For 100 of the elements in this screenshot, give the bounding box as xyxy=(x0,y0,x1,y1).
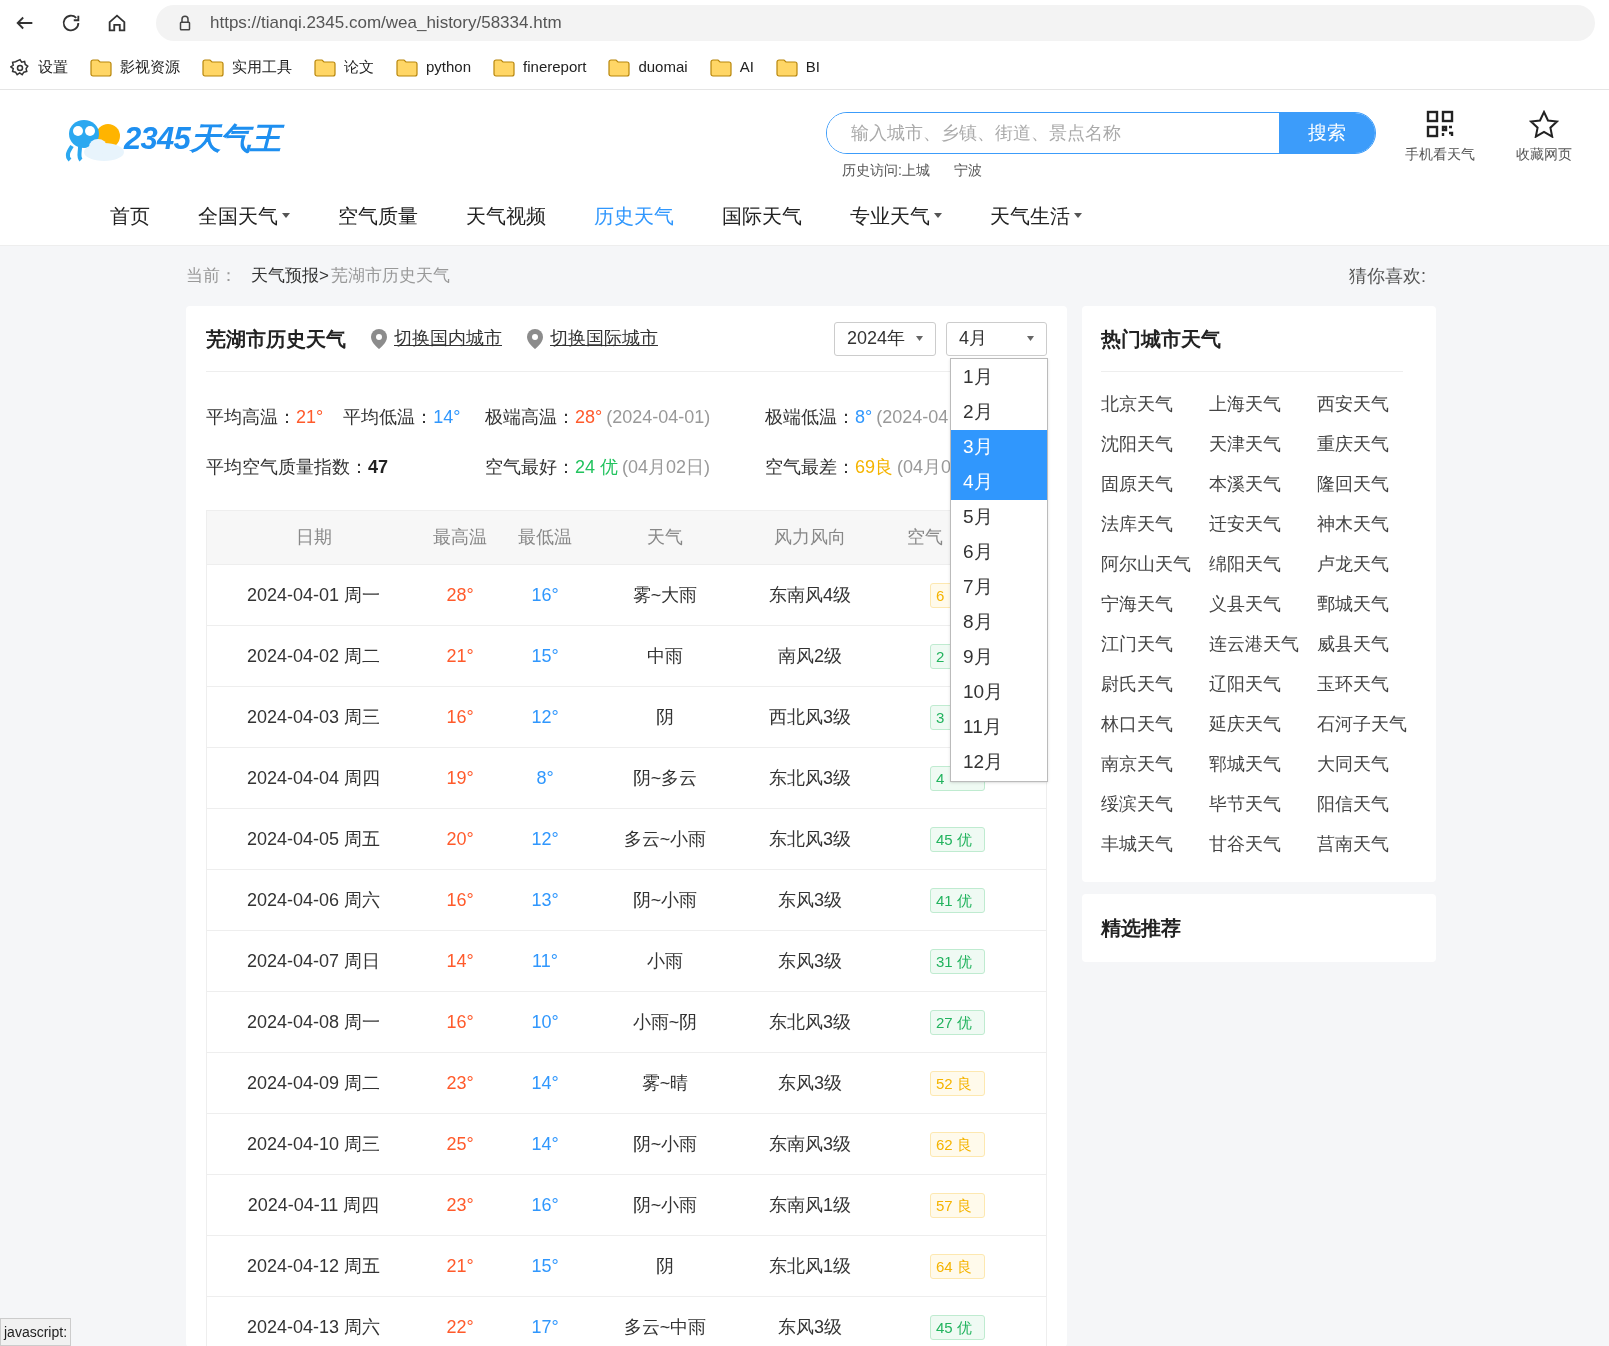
bookmark[interactable]: python xyxy=(394,52,474,83)
switch-city-link[interactable]: 切换国内城市 xyxy=(394,325,502,352)
aqi-badge: 64 良 xyxy=(930,1253,985,1279)
nav-tab[interactable]: 空气质量 xyxy=(338,201,418,231)
aqi-badge: 52 良 xyxy=(930,1070,985,1096)
city-link[interactable]: 大同天气 xyxy=(1317,750,1389,778)
tool-link[interactable]: 收藏网页 xyxy=(1516,144,1572,165)
city-link[interactable]: 神木天气 xyxy=(1317,510,1389,538)
weather-cell-text: 小雨 xyxy=(646,949,684,973)
column-header: 最高温 xyxy=(433,527,487,547)
city-link[interactable]: 阳信天气 xyxy=(1317,790,1389,818)
city-link[interactable]: 沈阳天气 xyxy=(1101,430,1173,458)
bookmark[interactable]: duomai xyxy=(606,52,690,83)
month-option[interactable]: 8月 xyxy=(951,605,1047,640)
star-icon[interactable] xyxy=(1529,110,1559,138)
date-cell-text: 2024-04-07 周日 xyxy=(245,949,382,973)
bookmark[interactable]: 论文 xyxy=(312,52,376,83)
qr-code-icon[interactable] xyxy=(1426,110,1454,138)
city-link[interactable]: 宁海天气 xyxy=(1101,590,1173,618)
nav-tab[interactable]: 天气生活 xyxy=(990,201,1082,231)
city-link[interactable]: 天津天气 xyxy=(1209,430,1281,458)
wind-cell-text: 东南风3级 xyxy=(768,1132,852,1156)
city-link[interactable]: 辽阳天气 xyxy=(1209,670,1281,698)
nav-tab[interactable]: 专业天气 xyxy=(850,201,942,231)
month-option[interactable]: 2月 xyxy=(951,395,1047,430)
folder-icon xyxy=(608,58,631,77)
city-link[interactable]: 连云港天气 xyxy=(1209,630,1299,658)
home-icon[interactable] xyxy=(106,12,128,34)
city-link[interactable]: 北京天气 xyxy=(1101,390,1173,418)
city-link[interactable]: 法库天气 xyxy=(1101,510,1173,538)
bookmark[interactable]: AI xyxy=(707,52,756,83)
weather-cell-text: 雾~大雨 xyxy=(631,583,699,607)
city-link[interactable]: 威县天气 xyxy=(1317,630,1389,658)
breadcrumb-link[interactable]: 天气预报> xyxy=(251,263,329,289)
weather-cell-text: 阴~小雨 xyxy=(631,1193,699,1217)
caret-icon xyxy=(916,336,923,341)
city-link[interactable]: 固原天气 xyxy=(1101,470,1173,498)
tool-link[interactable]: 手机看天气 xyxy=(1405,144,1475,165)
city-link[interactable]: 尉氏天气 xyxy=(1101,670,1173,698)
bookmark[interactable]: 影视资源 xyxy=(88,52,182,83)
high-temp-cell-text: 21° xyxy=(445,1254,475,1278)
city-link[interactable]: 延庆天气 xyxy=(1209,710,1281,738)
high-temp-cell-text: 16° xyxy=(445,705,475,729)
city-link[interactable]: 义县天气 xyxy=(1209,590,1281,618)
city-link[interactable]: 重庆天气 xyxy=(1317,430,1389,458)
wind-cell-text: 东南风4级 xyxy=(768,583,852,607)
nav-tab[interactable]: 首页 xyxy=(110,201,150,231)
month-option[interactable]: 6月 xyxy=(951,535,1047,570)
city-link[interactable]: 鄄城天气 xyxy=(1317,590,1389,618)
city-link[interactable]: 林口天气 xyxy=(1101,710,1173,738)
city-link[interactable]: 甘谷天气 xyxy=(1209,830,1281,858)
city-link[interactable]: 石河子天气 xyxy=(1317,710,1407,738)
aqi-badge: 45 优 xyxy=(930,1314,985,1340)
nav-tab[interactable]: 国际天气 xyxy=(722,201,802,231)
city-link[interactable]: 南京天气 xyxy=(1101,750,1173,778)
city-link[interactable]: 本溪天气 xyxy=(1209,470,1281,498)
month-option[interactable]: 1月 xyxy=(951,360,1047,395)
nav-tab[interactable]: 天气视频 xyxy=(466,201,546,231)
date-cell-text: 2024-04-06 周六 xyxy=(245,888,382,912)
history-link[interactable]: 历史访问:上城 xyxy=(842,160,930,181)
city-link[interactable]: 绵阳天气 xyxy=(1209,550,1281,578)
low-temp-cell-text: 12° xyxy=(530,827,560,851)
year-select[interactable]: 2024年 xyxy=(834,321,936,356)
month-select[interactable]: 4月 xyxy=(946,321,1047,356)
city-link[interactable]: 莒南天气 xyxy=(1317,830,1389,858)
reload-icon[interactable] xyxy=(60,12,82,34)
high-temp-cell-text: 16° xyxy=(445,888,475,912)
address-bar[interactable]: https://tianqi.2345.com/wea_history/58334.htm xyxy=(156,5,1595,41)
stat-text: 空气最差：69良 (04月0 xyxy=(765,455,952,479)
city-link[interactable]: 丰城天气 xyxy=(1101,830,1173,858)
city-link[interactable]: 郓城天气 xyxy=(1209,750,1281,778)
low-temp-cell-text: 11° xyxy=(531,949,559,973)
city-link[interactable]: 江门天气 xyxy=(1101,630,1173,658)
switch-city-link[interactable]: 切换国际城市 xyxy=(550,325,658,352)
city-link[interactable]: 隆回天气 xyxy=(1317,470,1389,498)
bookmark[interactable]: finereport xyxy=(491,52,589,83)
folder-icon xyxy=(775,58,798,77)
city-link[interactable]: 阿尔山天气 xyxy=(1101,550,1191,578)
bookmark[interactable]: 实用工具 xyxy=(200,52,294,83)
city-link[interactable]: 卢龙天气 xyxy=(1317,550,1389,578)
wind-cell-text: 东北风3级 xyxy=(768,766,852,790)
city-link[interactable]: 玉环天气 xyxy=(1317,670,1389,698)
date-cell-text: 2024-04-09 周二 xyxy=(245,1071,382,1095)
bookmark[interactable]: BI xyxy=(773,52,822,83)
recommend-label: 猜你喜欢: xyxy=(1349,264,1426,288)
city-link[interactable]: 绥滨天气 xyxy=(1101,790,1173,818)
month-option[interactable]: 5月 xyxy=(951,500,1047,535)
city-link[interactable]: 上海天气 xyxy=(1209,390,1281,418)
wind-cell-text: 南风2级 xyxy=(777,644,843,668)
weather-cell-text: 多云~小雨 xyxy=(622,827,708,851)
date-cell-text: 2024-04-12 周五 xyxy=(245,1254,382,1278)
low-temp-cell-text: 15° xyxy=(530,1254,560,1278)
high-temp-cell-text: 19° xyxy=(445,766,475,790)
bookmark[interactable]: 设置 xyxy=(8,52,70,83)
wind-cell-text: 东南风1级 xyxy=(768,1193,852,1217)
city-link[interactable]: 迁安天气 xyxy=(1209,510,1281,538)
history-link[interactable]: 宁波 xyxy=(953,160,982,181)
nav-tab[interactable]: 全国天气 xyxy=(198,201,290,231)
city-link[interactable]: 西安天气 xyxy=(1317,390,1389,418)
city-link[interactable]: 毕节天气 xyxy=(1209,790,1281,818)
